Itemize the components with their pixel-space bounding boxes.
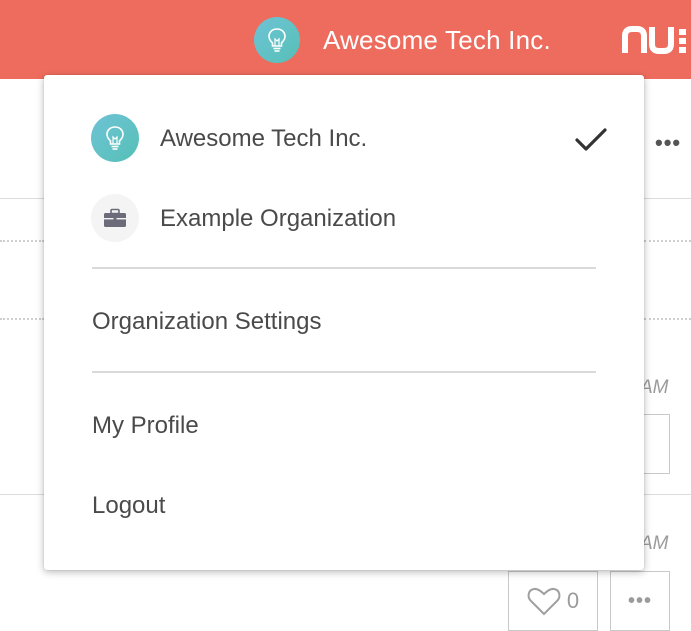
post-time: AM — [640, 377, 669, 398]
logout-item[interactable]: Logout — [44, 481, 644, 533]
org-item-example[interactable]: Example Organization — [44, 190, 644, 246]
current-org-name: Awesome Tech Inc. — [323, 24, 551, 55]
org-item-label: Example Organization — [160, 205, 397, 232]
dotted-divider — [644, 318, 691, 320]
lightbulb-icon — [268, 28, 286, 52]
like-button[interactable]: 0 — [508, 571, 598, 631]
checkmark-icon — [575, 128, 607, 151]
post-time: AM — [640, 533, 669, 554]
my-profile-item[interactable]: My Profile — [44, 401, 644, 453]
more-dots: ••• — [627, 589, 652, 612]
org-switcher-button[interactable]: Awesome Tech Inc. — [254, 17, 551, 63]
my-profile-label: My Profile — [92, 412, 199, 439]
org-avatar — [91, 114, 139, 162]
top-navigation-bar: Awesome Tech Inc. — [0, 0, 691, 79]
logout-label: Logout — [92, 492, 166, 519]
org-avatar — [254, 17, 300, 63]
organization-settings-label: Organization Settings — [92, 308, 322, 335]
org-dropdown-menu: Awesome Tech Inc. Example Organization O… — [44, 75, 644, 570]
menu-divider — [92, 371, 596, 373]
post-more-button[interactable]: ••• — [610, 571, 670, 631]
org-avatar — [91, 194, 139, 242]
heart-icon — [527, 587, 561, 616]
dotted-divider — [644, 240, 691, 242]
lightbulb-icon — [106, 126, 124, 150]
app-logo — [622, 26, 686, 54]
menu-divider — [92, 267, 596, 269]
org-item-label: Awesome Tech Inc. — [160, 125, 368, 152]
dotted-divider — [0, 240, 44, 242]
more-options-button[interactable]: ••• — [655, 130, 681, 156]
organization-settings-item[interactable]: Organization Settings — [44, 297, 644, 349]
briefcase-icon — [104, 208, 126, 227]
dotted-divider — [0, 318, 44, 320]
like-count: 0 — [566, 588, 580, 613]
org-item-awesome-tech[interactable]: Awesome Tech Inc. — [44, 110, 644, 166]
